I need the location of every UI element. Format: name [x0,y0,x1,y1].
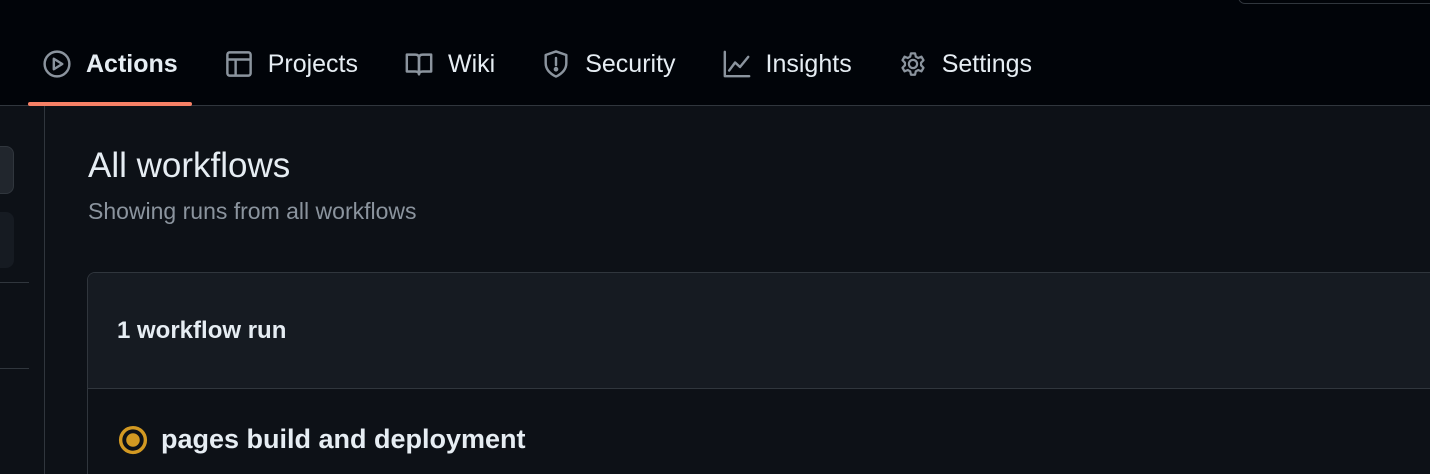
tab-label: Security [585,49,676,78]
page-subtitle: Showing runs from all workflows [88,198,417,224]
runs-count: 1 workflow run [88,273,1430,389]
play-icon [42,49,72,79]
tab-security[interactable]: Security [527,40,689,88]
actions-page: Actions Projects Wiki Security Insights … [0,0,1430,474]
tab-actions[interactable]: Actions [28,40,192,106]
repo-tabs: Actions Projects Wiki Security Insights … [28,40,1064,106]
sidebar-divider [0,282,29,283]
book-icon [404,49,434,79]
run-title-link[interactable]: pages build and deployment [161,424,526,455]
repo-header: Actions Projects Wiki Security Insights … [0,0,1430,106]
new-workflow-button[interactable] [0,146,14,194]
workflow-runs-list: 1 workflow run pages build and deploymen… [87,272,1430,474]
gear-icon [898,49,928,79]
list-item[interactable]: pages build and deployment [88,389,1430,474]
graph-icon [722,49,752,79]
sidebar-divider [0,368,29,369]
page-title: All workflows [88,146,291,185]
header-control[interactable] [1238,0,1430,4]
tab-label: Projects [267,49,358,78]
tab-label: Actions [86,49,178,78]
tab-settings[interactable]: Settings [884,40,1046,88]
main-content: All workflows Showing runs from all work… [45,106,1430,474]
table-icon [224,49,254,79]
tab-insights[interactable]: Insights [708,40,866,88]
tab-wiki[interactable]: Wiki [390,40,509,88]
tab-label: Insights [765,49,852,78]
tab-label: Settings [941,49,1033,78]
sidebar-item-all-workflows[interactable] [0,212,14,268]
workflows-sidebar [0,106,45,474]
tab-label: Wiki [448,49,496,78]
tab-projects[interactable]: Projects [210,40,372,88]
shield-icon [541,49,571,79]
in-progress-status-icon [118,425,148,455]
